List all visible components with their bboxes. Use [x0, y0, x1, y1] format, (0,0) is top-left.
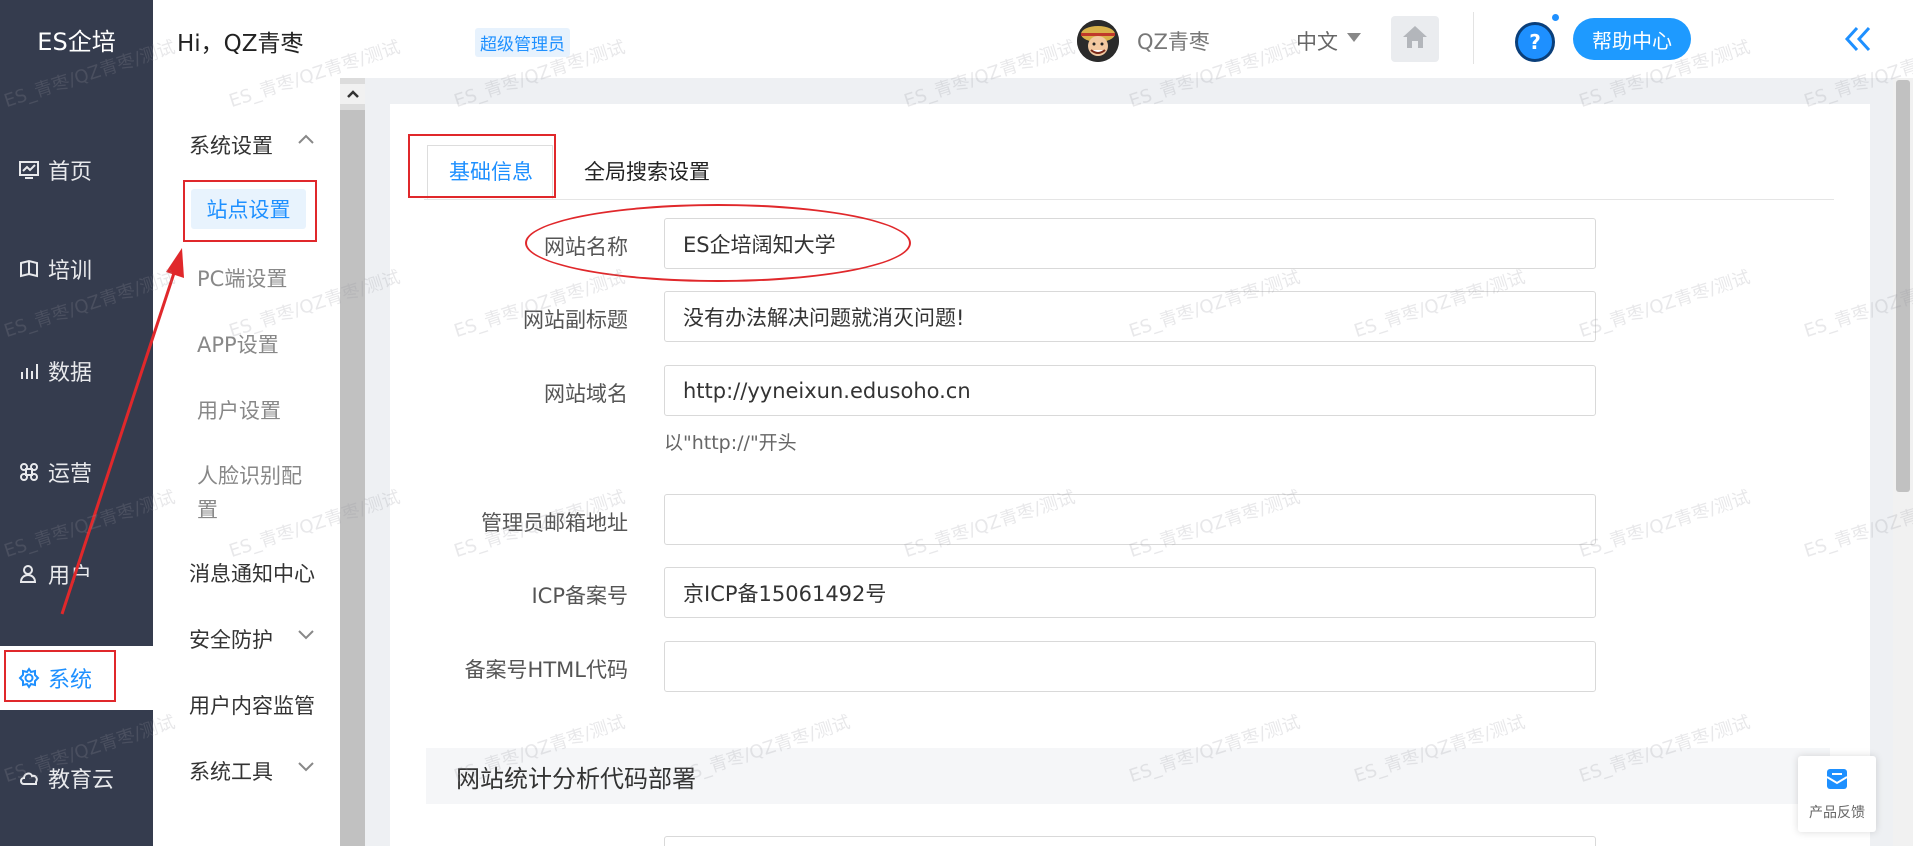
user-icon — [16, 561, 42, 587]
collapse-sidebar-icon[interactable] — [1841, 22, 1875, 56]
feedback-icon — [1824, 766, 1850, 796]
annotation-box-site-settings — [183, 180, 317, 242]
sidebar-item-users[interactable]: 用户 — [0, 544, 153, 604]
training-icon — [16, 256, 42, 282]
chevron-down-icon[interactable] — [297, 761, 315, 773]
command-icon — [16, 459, 42, 485]
sidebar-item-label: 教育云 — [48, 768, 115, 793]
cloud-icon — [16, 765, 42, 791]
sidebar-item-home[interactable]: 首页 — [0, 140, 153, 200]
domain-hint: 以"http://"开头 — [664, 432, 797, 454]
avatar[interactable] — [1077, 20, 1119, 62]
site-domain-label: 网站域名 — [544, 382, 628, 406]
sidebar-item-label: 首页 — [48, 160, 93, 185]
submenu-group-security[interactable]: 安全防护 — [189, 624, 273, 654]
icp-html-field[interactable] — [664, 641, 1596, 692]
sidebar-item-operations[interactable]: 运营 — [0, 442, 153, 502]
chevron-down-icon[interactable] — [1347, 33, 1361, 42]
feedback-button[interactable]: 产品反馈 — [1798, 756, 1876, 832]
sidebar-item-data[interactable]: 数据 — [0, 341, 153, 401]
language-select[interactable]: 中文 — [1296, 26, 1338, 56]
admin-email-label: 管理员邮箱地址 — [481, 511, 628, 535]
face-label-line1: 人脸识别配 — [197, 464, 302, 488]
home-button[interactable] — [1391, 16, 1439, 62]
site-subtitle-label: 网站副标题 — [523, 308, 628, 332]
sidebar-item-label: 用户 — [48, 564, 93, 589]
header-divider — [1473, 12, 1474, 64]
role-badge: 超级管理员 — [475, 28, 570, 57]
icp-html-label: 备案号HTML代码 — [464, 658, 628, 682]
top-header: Hi，QZ青枣 超级管理员 QZ青枣 中文 ? 帮助中心 — [153, 0, 1913, 78]
annotation-box-basic-info-tab — [408, 134, 556, 198]
greeting-text: Hi，QZ青枣 — [177, 31, 304, 57]
submenu-item-app-settings[interactable]: APP设置 — [197, 329, 279, 359]
sidebar-item-label: 培训 — [48, 259, 93, 284]
annotation-box-system — [4, 650, 116, 702]
tab-underline — [424, 199, 1834, 200]
brand-logo[interactable]: ES企培 — [0, 0, 153, 78]
notification-dot — [1552, 14, 1559, 21]
scroll-up-icon[interactable] — [340, 84, 365, 104]
chevron-up-icon[interactable] — [297, 133, 315, 145]
chart-icon — [16, 358, 42, 384]
submenu-group-message-center[interactable]: 消息通知中心 — [189, 558, 315, 588]
sidebar-item-edu-cloud[interactable]: 教育云 — [0, 748, 153, 808]
annotation-ellipse-site-name — [525, 204, 911, 282]
submenu-item-face-recognition[interactable]: 人脸识别配 置 — [197, 460, 302, 524]
sidebar-item-label: 运营 — [48, 462, 93, 487]
site-subtitle-field[interactable]: 没有办法解决问题就消灭问题! — [664, 291, 1596, 342]
sidebar-item-label: 数据 — [48, 361, 93, 386]
feedback-label: 产品反馈 — [1809, 805, 1865, 821]
help-icon[interactable]: ? — [1515, 22, 1555, 62]
submenu-group-system[interactable]: 系统设置 — [189, 130, 273, 160]
sidebar-item-training[interactable]: 培训 — [0, 239, 153, 299]
home-icon — [1401, 24, 1429, 54]
analytics-code-field[interactable] — [664, 836, 1596, 846]
submenu-group-tools[interactable]: 系统工具 — [189, 756, 273, 786]
page-scrollbar-thumb[interactable] — [1896, 80, 1910, 492]
dashboard-icon — [16, 157, 42, 183]
chevron-down-icon[interactable] — [297, 629, 315, 641]
icp-number-field[interactable]: 京ICP备15061492号 — [664, 567, 1596, 618]
submenu-scrollbar-thumb[interactable] — [340, 110, 365, 846]
submenu-item-pc-settings[interactable]: PC端设置 — [197, 263, 287, 293]
help-center-button[interactable]: 帮助中心 — [1573, 18, 1691, 60]
main-sidebar: ES企培 — [0, 0, 153, 846]
submenu-group-content-monitor[interactable]: 用户内容监管 — [189, 690, 315, 720]
section-title: 网站统计分析代码部署 — [456, 764, 696, 793]
face-label-line2: 置 — [197, 498, 218, 522]
analytics-section-header: 网站统计分析代码部署 — [426, 748, 1830, 804]
submenu-item-user-settings[interactable]: 用户设置 — [197, 395, 281, 425]
site-domain-field[interactable]: http://yyneixun.edusoho.cn — [664, 365, 1596, 416]
username[interactable]: QZ青枣 — [1137, 26, 1210, 56]
icp-number-label: ICP备案号 — [531, 584, 628, 608]
admin-email-field[interactable] — [664, 494, 1596, 545]
tab-global-search[interactable]: 全局搜索设置 — [584, 156, 710, 186]
